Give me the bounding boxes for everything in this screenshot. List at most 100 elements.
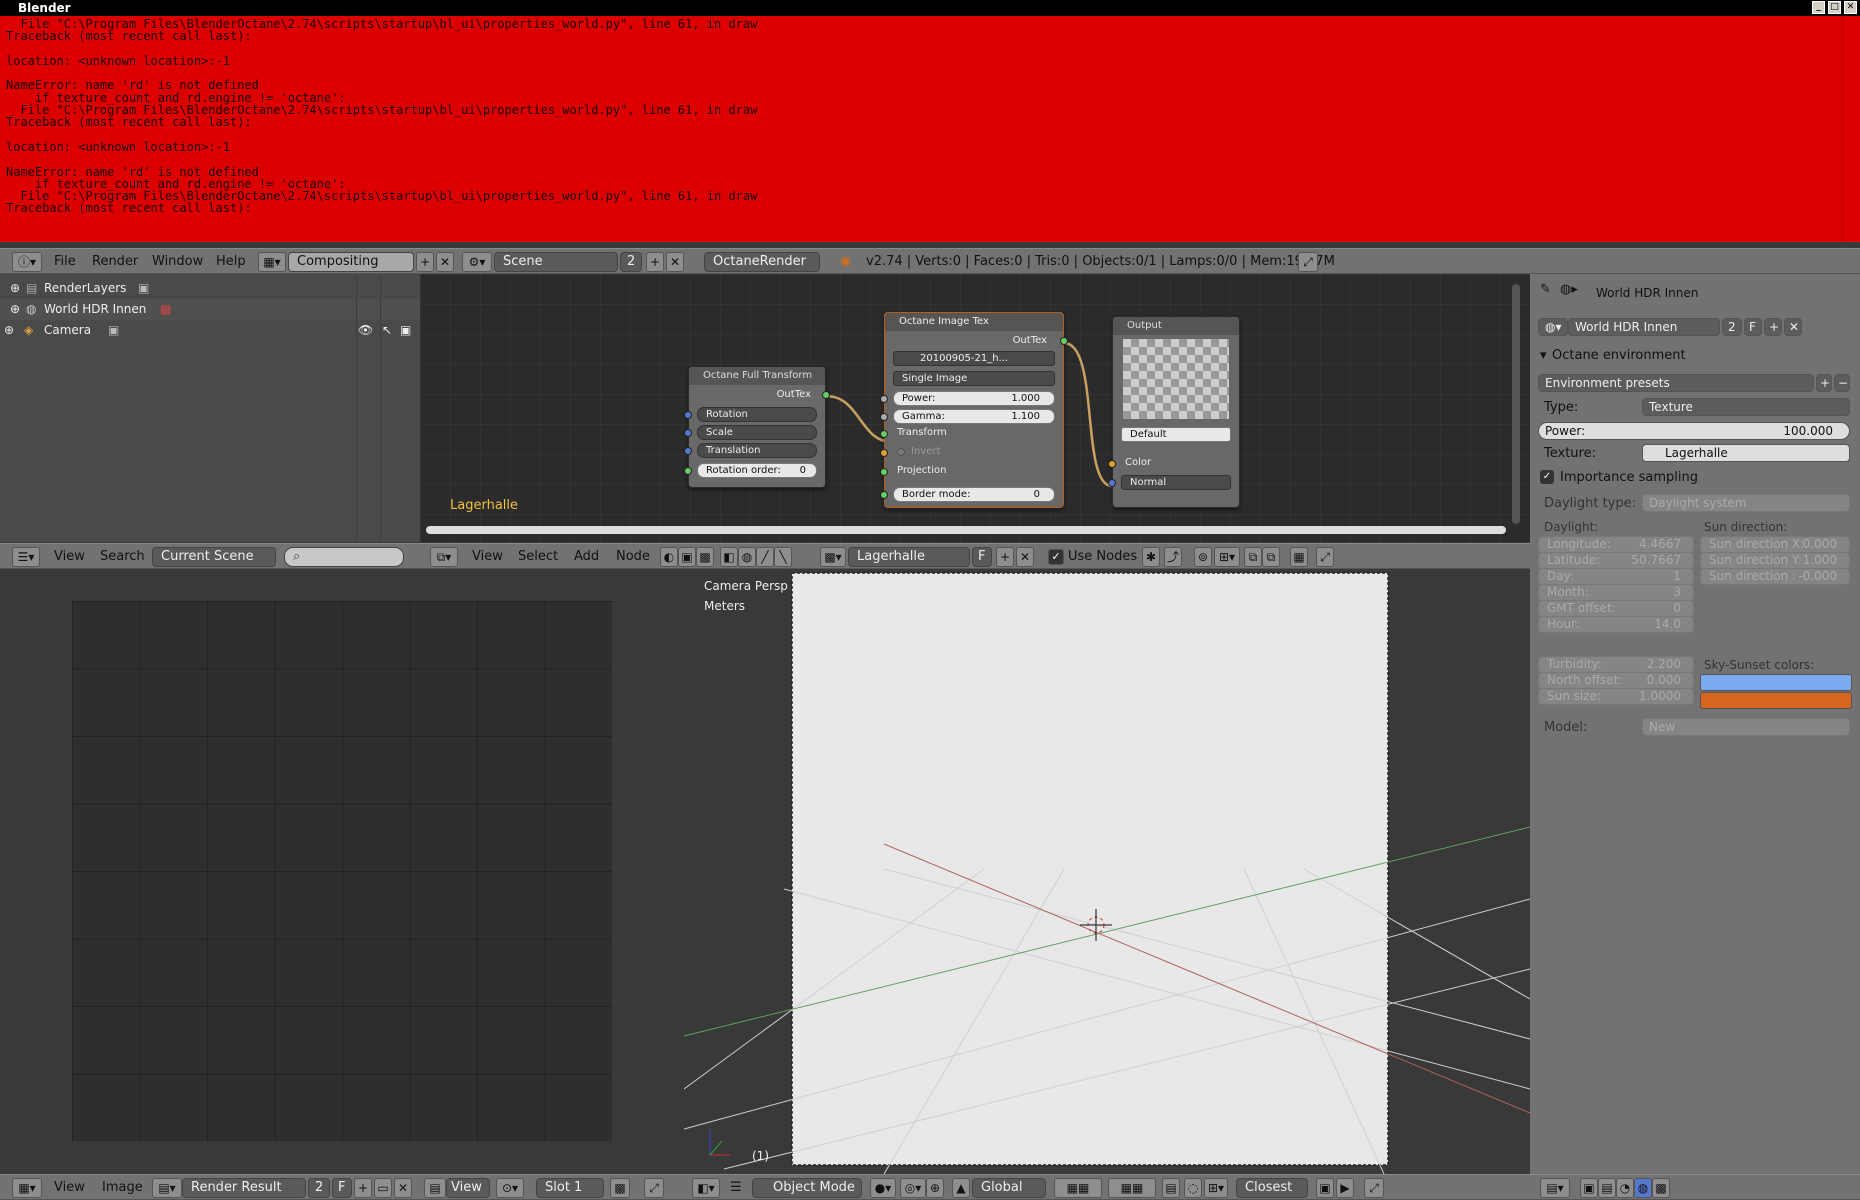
sky-color-swatch[interactable] <box>1700 674 1852 691</box>
layers-grid-1[interactable]: ▦▦ <box>1054 1178 1102 1198</box>
opengl-anim-icon[interactable]: ▶ <box>1336 1178 1354 1198</box>
add-layout-icon[interactable]: + <box>416 252 434 272</box>
property-number-field[interactable]: Hour: 14.0 <box>1538 616 1694 633</box>
slot-select[interactable]: Slot 1 <box>536 1178 604 1198</box>
image-file-field[interactable]: 20100905-21_h... <box>893 351 1055 366</box>
close-button[interactable]: ✕ <box>1844 1 1857 14</box>
snap-target-select[interactable]: Closest <box>1236 1178 1308 1198</box>
remove-layout-icon[interactable]: ✕ <box>436 252 454 272</box>
property-number-field[interactable]: Day: 1 <box>1538 568 1694 585</box>
property-number-field[interactable]: Sun direction X: 0.000 <box>1700 536 1850 553</box>
node-editor-icon[interactable]: ⧉▾ <box>430 547 458 567</box>
open-image-icon[interactable]: ▭ <box>374 1178 392 1198</box>
translation-field[interactable]: Translation <box>697 443 817 458</box>
remove-preset-icon[interactable]: − <box>1834 374 1850 392</box>
lock-layer-icon[interactable]: ▤ <box>1162 1178 1180 1198</box>
property-number-field[interactable]: Sun size: 1.0000 <box>1538 688 1694 705</box>
fullscreen-icon[interactable]: ⤢ <box>1298 252 1318 272</box>
add-world-icon[interactable]: + <box>1764 318 1782 336</box>
compositing-nodes-icon[interactable]: ▣ <box>678 547 696 567</box>
border-mode-field[interactable]: Border mode: 0 <box>893 487 1055 502</box>
menu-select[interactable]: Select <box>518 549 558 564</box>
input-socket[interactable] <box>880 430 888 438</box>
fullscreen-icon[interactable]: ⤢ <box>1316 547 1334 567</box>
world-name-field[interactable]: World HDR Innen <box>1568 318 1720 336</box>
manipulator-icon[interactable]: ⊕ <box>926 1178 944 1198</box>
input-socket[interactable] <box>1108 479 1116 487</box>
gamma-field[interactable]: Gamma: 1.100 <box>893 409 1055 424</box>
input-socket[interactable] <box>880 491 888 499</box>
uv-image-editor[interactable] <box>0 569 684 1174</box>
input-socket[interactable] <box>684 429 692 437</box>
maximize-button[interactable]: □ <box>1828 1 1841 14</box>
transform-orientation-icon[interactable]: ▲ <box>952 1178 970 1198</box>
node-editor-h-scrollbar[interactable] <box>426 526 1506 534</box>
scene-field[interactable]: Scene <box>494 252 618 272</box>
texture-tab-icon[interactable]: ▩ <box>1652 1178 1670 1198</box>
sunset-color-swatch[interactable] <box>1700 692 1852 709</box>
property-number-field[interactable]: Longitude: 4.4667 <box>1538 536 1694 553</box>
view-mode-select[interactable]: View <box>446 1178 490 1198</box>
info-editor-icon[interactable]: ⓘ▾ <box>12 252 42 272</box>
snap-icon[interactable]: ⊚ <box>1194 547 1212 567</box>
node-editor-v-scrollbar[interactable] <box>1512 284 1520 524</box>
render-layers-tab-icon[interactable]: ▤ <box>1598 1178 1616 1198</box>
snap-element-icon[interactable]: ⊞▾ <box>1214 547 1240 567</box>
render-engine-select[interactable]: OctaneRender <box>704 252 820 272</box>
environment-presets-select[interactable]: Environment presets <box>1538 374 1814 392</box>
scale-field[interactable]: Scale <box>697 425 817 440</box>
add-scene-icon[interactable]: + <box>646 252 664 272</box>
expand-icon[interactable]: ⊕ <box>10 299 20 320</box>
expand-icon[interactable]: ⊕ <box>10 278 20 299</box>
fullscreen-icon[interactable]: ⤢ <box>644 1178 664 1198</box>
layout-icon[interactable]: ▦▾ <box>258 252 286 272</box>
texture-browse-icon[interactable]: ▩▾ <box>820 547 846 567</box>
menu-render[interactable]: Render <box>92 254 138 269</box>
menu-search[interactable]: Search <box>100 549 145 564</box>
property-number-field[interactable]: North offset: 0.000 <box>1538 672 1694 689</box>
3d-view-editor-icon[interactable]: ◧▾ <box>692 1178 720 1198</box>
fake-user-toggle[interactable]: F <box>972 547 992 567</box>
pin-icon[interactable]: ✎ <box>1540 282 1551 297</box>
menu-window[interactable]: Window <box>152 254 203 269</box>
input-socket[interactable] <box>880 413 888 421</box>
outliner-search-input[interactable]: ⌕ <box>284 547 404 567</box>
daylight-type-select[interactable]: Daylight system <box>1642 494 1850 512</box>
property-number-field[interactable]: Latitude: 50.7667 <box>1538 552 1694 569</box>
proportional-edit-icon[interactable]: ◌ <box>1184 1178 1202 1198</box>
add-preset-icon[interactable]: + <box>1816 374 1832 392</box>
menu-image[interactable]: Image <box>102 1180 143 1195</box>
output-socket[interactable] <box>1060 337 1068 345</box>
use-nodes-checkbox[interactable]: ✓ <box>1048 549 1064 565</box>
input-socket[interactable] <box>684 411 692 419</box>
rotation-field[interactable]: Rotation <box>697 407 817 422</box>
menu-add[interactable]: Add <box>574 549 599 564</box>
alpha-display-icon[interactable]: ▩ <box>610 1178 630 1198</box>
invert-checkbox[interactable] <box>897 448 905 456</box>
unlink-image-icon[interactable]: ✕ <box>394 1178 412 1198</box>
outliner-editor-icon[interactable]: ☰▾ <box>12 547 40 567</box>
octane-full-transform-node[interactable]: Octane Full Transform OutTex Rotation Sc… <box>684 366 830 488</box>
image-mode-select[interactable]: Single Image <box>893 371 1055 386</box>
scene-icon[interactable]: ⚙▾ <box>462 252 492 272</box>
shader-nodes-icon[interactable]: ◐ <box>660 547 678 567</box>
pivot-point-icon[interactable]: ◎▾ <box>900 1178 926 1198</box>
go-parent-icon[interactable]: ⤴ <box>1164 547 1182 567</box>
image-fake-user[interactable]: F <box>332 1178 352 1198</box>
properties-editor-icon[interactable]: ▤▾ <box>1540 1178 1570 1198</box>
menu-node[interactable]: Node <box>616 549 650 564</box>
input-socket[interactable] <box>684 447 692 455</box>
node-editor[interactable]: Octane Full Transform OutTex Rotation Sc… <box>420 274 1530 542</box>
screen-layout-field[interactable]: Compositing <box>288 252 414 272</box>
transform-orientation-select[interactable]: Global <box>972 1178 1046 1198</box>
menu-file[interactable]: File <box>54 254 76 269</box>
new-image-icon[interactable]: + <box>354 1178 372 1198</box>
interaction-mode-select[interactable]: Object Mode <box>752 1178 862 1198</box>
3d-viewport[interactable]: Camera Persp Meters (1) <box>684 569 1530 1174</box>
opengl-render-icon[interactable]: ▣ <box>1316 1178 1334 1198</box>
environment-type-select[interactable]: Texture <box>1642 398 1850 416</box>
output-node[interactable]: Output Default Color Normal <box>1108 316 1240 508</box>
layers-grid-2[interactable]: ▦▦ <box>1108 1178 1156 1198</box>
scene-tab-icon[interactable]: ◔ <box>1616 1178 1634 1198</box>
menu-hamburger-icon[interactable]: ☰ <box>730 1180 742 1195</box>
